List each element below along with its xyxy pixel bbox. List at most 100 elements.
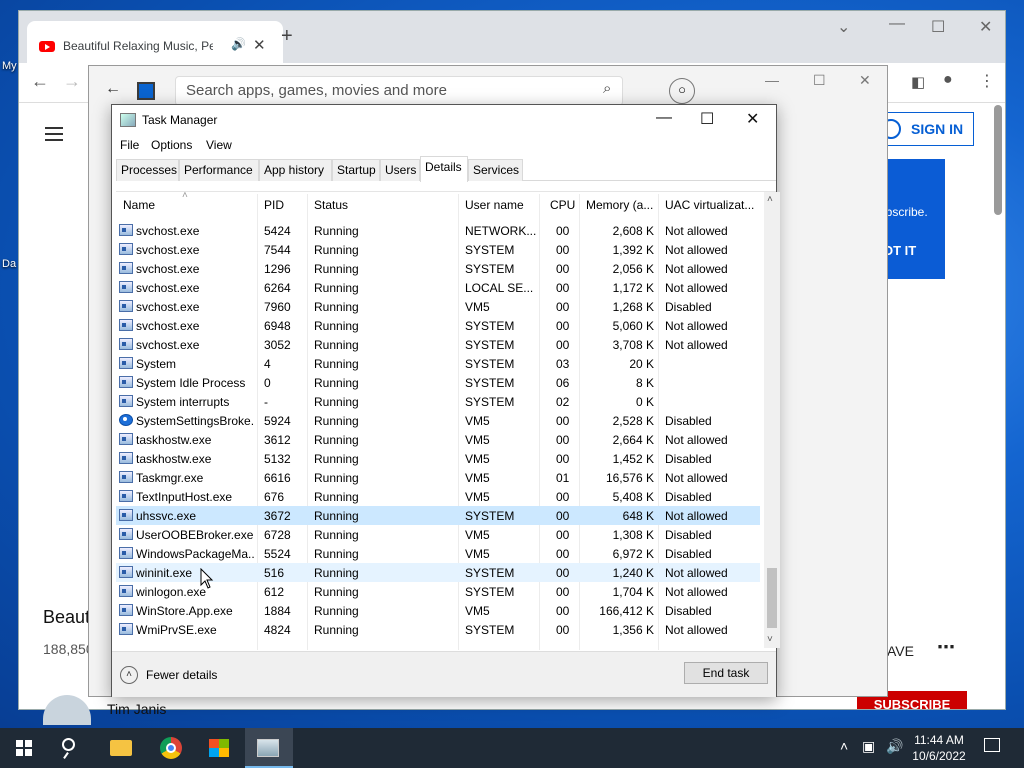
table-row[interactable]: taskhostw.exe 3612 Running VM5 00 2,664 K Not … — [116, 430, 760, 449]
cell-cpu: 00 — [556, 281, 570, 295]
taskbar-clock[interactable]: 11:44 AM 10/6/2022 — [906, 732, 972, 764]
close-button[interactable]: ✕ — [979, 17, 992, 37]
sidepanel-icon[interactable]: ◧ — [911, 73, 925, 91]
chevron-down-icon[interactable]: ⌄ — [837, 17, 850, 37]
table-row[interactable]: svchost.exe 6948 Running SYSTEM 00 5,060 K Not… — [116, 316, 760, 335]
close-button[interactable]: ✕ — [746, 109, 759, 129]
speaker-icon[interactable]: 🔊 — [231, 37, 246, 51]
table-row[interactable]: svchost.exe 7544 Running SYSTEM 00 1,392 K Not… — [116, 240, 760, 259]
column-header-uac[interactable]: UAC virtualizat... — [665, 198, 754, 212]
scrollbar-thumb[interactable] — [767, 568, 777, 628]
close-button[interactable]: ✕ — [859, 72, 871, 89]
back-arrow-icon[interactable]: ← — [31, 71, 49, 92]
menu-view[interactable]: View — [206, 138, 232, 152]
search-icon[interactable]: ⌕ — [603, 80, 611, 97]
table-row[interactable]: SystemSettingsBroke... 5924 Running VM5 00 2,… — [116, 411, 760, 430]
cell-uac: Disabled — [665, 452, 712, 466]
column-header-name[interactable]: Name — [123, 198, 155, 212]
title-bar[interactable]: Task Manager — ☐ ✕ — [112, 105, 776, 135]
avatar[interactable] — [43, 695, 91, 725]
folder-icon — [110, 740, 132, 756]
profile-icon[interactable]: ● — [943, 71, 953, 89]
cell-pid: 4824 — [264, 623, 291, 637]
cell-status: Running — [314, 376, 359, 390]
forward-arrow-icon[interactable]: → — [63, 71, 81, 92]
channel-name[interactable]: Tim Janis — [107, 701, 166, 717]
column-header-cpu[interactable]: CPU — [550, 198, 575, 212]
tab-services[interactable]: Services — [468, 159, 523, 181]
taskbar-chrome[interactable] — [148, 728, 196, 768]
scroll-down-icon[interactable]: ˅ — [767, 634, 773, 645]
column-header-pid[interactable]: PID — [264, 198, 284, 212]
table-row[interactable]: uhssvc.exe 3672 Running SYSTEM 00 648 K Not al… — [116, 506, 760, 525]
cell-user: SYSTEM — [465, 509, 515, 523]
tab-users[interactable]: Users — [380, 159, 420, 181]
table-row[interactable]: svchost.exe 1296 Running SYSTEM 00 2,056 K Not… — [116, 259, 760, 278]
minimize-button[interactable]: — — [765, 72, 779, 88]
table-row[interactable]: svchost.exe 3052 Running SYSTEM 00 3,708 K Not… — [116, 335, 760, 354]
table-row[interactable]: WmiPrvSE.exe 4824 Running SYSTEM 00 1,356 K No… — [116, 620, 760, 639]
menu-file[interactable]: File — [120, 138, 139, 152]
taskbar-store[interactable] — [196, 728, 244, 768]
save-button[interactable]: AVE — [887, 643, 914, 659]
tab-details[interactable]: Details — [420, 156, 468, 182]
menu-dots-icon[interactable]: ⋮ — [979, 71, 995, 91]
taskbar-task-manager[interactable] — [245, 728, 293, 768]
maximize-button[interactable]: ☐ — [700, 109, 714, 129]
service-icon — [119, 243, 133, 255]
table-scrollbar[interactable]: ˄ ˅ — [764, 192, 780, 648]
table-row[interactable]: svchost.exe 7960 Running VM5 00 1,268 K Disabl… — [116, 297, 760, 316]
cell-user: VM5 — [465, 300, 490, 314]
cell-status: Running — [314, 395, 359, 409]
table-row[interactable]: TextInputHost.exe 676 Running VM5 00 5,408 K D… — [116, 487, 760, 506]
tray-chevron-icon[interactable]: ˄ — [840, 738, 848, 754]
more-icon[interactable]: ⋯ — [937, 637, 955, 658]
maximize-button[interactable]: ☐ — [813, 72, 826, 89]
column-header-user[interactable]: User name — [465, 198, 524, 212]
close-tab-icon[interactable]: ✕ — [253, 36, 266, 54]
cell-memory: 1,356 K — [612, 623, 654, 637]
chevron-up-icon[interactable]: ˄ — [120, 666, 138, 684]
cell-status: Running — [314, 281, 359, 295]
start-button[interactable] — [0, 728, 48, 768]
table-row[interactable]: svchost.exe 5424 Running NETWORK... 00 2,608 … — [116, 221, 760, 240]
table-row[interactable]: Taskmgr.exe 6616 Running VM5 01 16,576 K Not a… — [116, 468, 760, 487]
table-row[interactable]: System Idle Process 0 Running SYSTEM 06 8 K — [116, 373, 760, 392]
table-row[interactable]: taskhostw.exe 5132 Running VM5 00 1,452 K Disa… — [116, 449, 760, 468]
back-arrow-icon[interactable]: ← — [105, 80, 121, 98]
user-icon[interactable]: ○ — [669, 78, 695, 104]
table-row[interactable]: svchost.exe 6264 Running LOCAL SE... 00 1,172… — [116, 278, 760, 297]
tab-startup[interactable]: Startup — [332, 159, 380, 181]
notification-icon[interactable] — [984, 738, 1000, 752]
browser-tab[interactable]: Beautiful Relaxing Music, Peaceful 🔊 ✕ — [27, 21, 283, 63]
fewer-details-link[interactable]: Fewer details — [146, 668, 217, 682]
end-task-button[interactable]: End task — [684, 662, 768, 684]
tab-performance[interactable]: Performance — [179, 159, 259, 181]
scroll-up-icon[interactable]: ˄ — [767, 194, 773, 205]
wmi-icon — [119, 623, 133, 635]
table-row[interactable]: System 4 Running SYSTEM 03 20 K — [116, 354, 760, 373]
hamburger-menu-icon[interactable] — [45, 127, 63, 141]
details-table: ˄ Name PID Status User name CPU Memory (… — [116, 190, 780, 650]
menu-options[interactable]: Options — [151, 138, 192, 152]
desktop-icon-label[interactable]: Da — [2, 258, 16, 270]
tab-app-history[interactable]: App history — [259, 159, 332, 181]
new-tab-button[interactable]: + — [281, 25, 293, 48]
taskbar-file-explorer[interactable] — [98, 728, 146, 768]
minimize-button[interactable]: — — [656, 109, 672, 127]
page-scrollbar[interactable] — [994, 105, 1002, 215]
table-row[interactable]: System interrupts - Running SYSTEM 02 0 K — [116, 392, 760, 411]
network-icon[interactable]: ▣ — [862, 738, 875, 755]
minimize-button[interactable]: — — [889, 15, 905, 33]
store-search-input[interactable]: Search apps, games, movies and more — [175, 76, 623, 106]
column-header-memory[interactable]: Memory (a... — [586, 198, 653, 212]
desktop-icon-label[interactable]: My — [2, 60, 17, 72]
volume-icon[interactable]: 🔊 — [886, 738, 903, 755]
table-row[interactable]: UserOOBEBroker.exe 6728 Running VM5 00 1,308 … — [116, 525, 760, 544]
table-row[interactable]: WinStore.App.exe 1884 Running VM5 00 166,412 … — [116, 601, 760, 620]
taskbar-search-button[interactable] — [48, 728, 96, 768]
maximize-button[interactable]: ☐ — [931, 17, 945, 37]
tab-processes[interactable]: Processes — [116, 159, 179, 181]
column-header-status[interactable]: Status — [314, 198, 348, 212]
table-row[interactable]: WindowsPackageMa... 5524 Running VM5 00 6,972… — [116, 544, 760, 563]
